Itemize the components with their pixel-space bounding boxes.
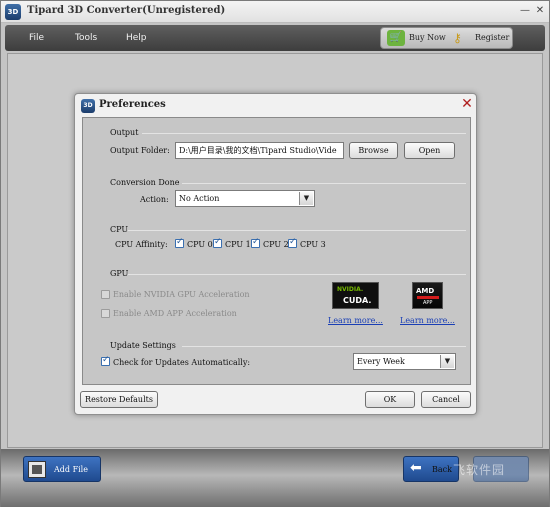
preferences-dialog: 3D Preferences ✕ Output Output Folder: D… [74, 93, 477, 415]
divider [142, 133, 466, 134]
amd-acceleration-label: Enable AMD APP Acceleration [113, 309, 237, 318]
cart-icon[interactable]: 🛒 [387, 30, 405, 46]
amd-acceleration-checkbox[interactable] [101, 309, 110, 318]
divider [128, 274, 466, 275]
ok-button[interactable]: OK [365, 391, 415, 408]
output-folder-label: Output Folder: [110, 146, 170, 155]
update-frequency-value: Every Week [357, 357, 405, 366]
key-icon[interactable]: ⚷ [453, 32, 471, 44]
cpu-1-label: CPU 1 [225, 240, 251, 249]
buy-now-button[interactable]: Buy Now [409, 33, 446, 42]
close-window-icon[interactable]: ✕ [534, 5, 546, 17]
cpu-3-checkbox[interactable] [288, 237, 297, 248]
divider [182, 183, 466, 184]
learn-more-amd-link[interactable]: Learn more... [400, 316, 455, 325]
section-cpu: CPU [110, 225, 129, 234]
arrow-left-icon: ⬅ [410, 460, 422, 476]
auto-update-label: Check for Updates Automatically: [113, 358, 251, 367]
menu-file[interactable]: File [29, 33, 44, 43]
dialog-title: Preferences [99, 99, 166, 110]
cpu-1-checkbox[interactable] [213, 237, 222, 248]
register-button[interactable]: Register [475, 33, 509, 42]
update-frequency-select[interactable]: Every Week ▼ [353, 353, 456, 370]
learn-more-nvidia-link[interactable]: Learn more... [328, 316, 383, 325]
auto-update-checkbox[interactable] [101, 355, 110, 366]
back-button[interactable]: ⬅ Back [403, 456, 459, 482]
add-file-button[interactable]: Add File [23, 456, 101, 482]
amd-brand-text: AMD [416, 287, 435, 295]
nvidia-brand-text: NVIDIA. [337, 286, 364, 293]
open-button[interactable]: Open [404, 142, 455, 159]
section-conversion-done: Conversion Done [110, 178, 180, 187]
action-select-value: No Action [179, 194, 220, 203]
minimize-icon[interactable]: — [519, 5, 531, 17]
preferences-panel: Output Output Folder: D:\用户目录\我的文档\Tipar… [82, 117, 471, 385]
bottom-toolbar: Add File ⬅ Back 飞软件园 [1, 449, 549, 507]
divider [182, 346, 466, 347]
chevron-down-icon: ▼ [440, 355, 454, 368]
close-icon[interactable]: ✕ [460, 96, 474, 112]
cpu-affinity-label: CPU Affinity: [115, 240, 168, 249]
nvidia-acceleration-label: Enable NVIDIA GPU Acceleration [113, 290, 250, 299]
title-bar: 3D Tipard 3D Converter(Unregistered) — ✕ [1, 1, 549, 23]
back-label: Back [432, 465, 452, 474]
app-logo-icon: 3D [5, 4, 21, 20]
cpu-0-checkbox[interactable] [175, 237, 184, 248]
action-select[interactable]: No Action ▼ [175, 190, 315, 207]
cancel-button[interactable]: Cancel [421, 391, 471, 408]
dialog-logo-icon: 3D [81, 99, 95, 113]
nvidia-acceleration-checkbox[interactable] [101, 290, 110, 299]
section-output: Output [110, 128, 139, 137]
menu-help[interactable]: Help [126, 33, 147, 43]
app-window: 3D Tipard 3D Converter(Unregistered) — ✕… [0, 0, 550, 507]
amd-app-logo: AMD APP [412, 282, 443, 309]
menu-tools[interactable]: Tools [75, 33, 97, 43]
menu-bar: File Tools Help 🛒 Buy Now ⚷ Register [5, 25, 545, 51]
action-label: Action: [140, 195, 169, 204]
divider [128, 230, 466, 231]
cpu-3-label: CPU 3 [300, 240, 326, 249]
window-title: Tipard 3D Converter(Unregistered) [27, 5, 226, 16]
purchase-toolbar: 🛒 Buy Now ⚷ Register [380, 27, 513, 49]
chevron-down-icon: ▼ [299, 192, 313, 205]
film-icon [28, 461, 46, 478]
cuda-text: CUDA. [343, 296, 372, 305]
cpu-2-checkbox[interactable] [251, 237, 260, 248]
amd-app-text: APP [423, 300, 433, 306]
browse-button[interactable]: Browse [349, 142, 398, 159]
nvidia-cuda-logo: NVIDIA. CUDA. [332, 282, 379, 309]
restore-defaults-button[interactable]: Restore Defaults [80, 391, 158, 408]
watermark-text: 飞软件园 [453, 463, 506, 477]
cpu-2-label: CPU 2 [263, 240, 289, 249]
add-file-label: Add File [54, 465, 88, 474]
section-update-settings: Update Settings [110, 341, 176, 350]
amd-accent-bar [417, 296, 439, 299]
section-gpu: GPU [110, 269, 129, 278]
output-folder-field[interactable]: D:\用户目录\我的文档\Tipard Studio\Vide [175, 142, 344, 159]
cpu-0-label: CPU 0 [187, 240, 213, 249]
